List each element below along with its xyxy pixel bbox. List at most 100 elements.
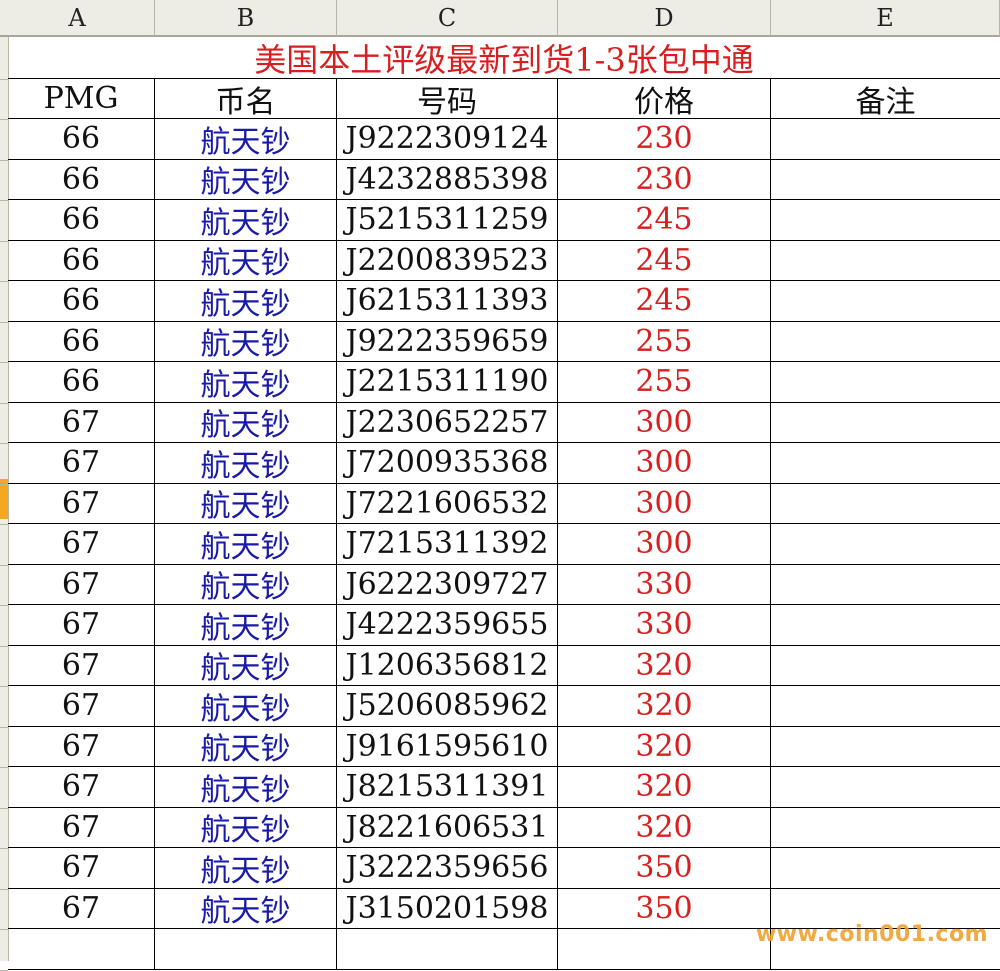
name-cell[interactable]: 航天钞: [155, 564, 337, 605]
pmg-cell[interactable]: 67: [8, 848, 155, 889]
number-cell[interactable]: J5206085962: [337, 686, 558, 727]
remarks-cell[interactable]: [771, 443, 1000, 484]
name-cell[interactable]: 航天钞: [155, 159, 337, 200]
number-cell[interactable]: J3150201598: [337, 888, 558, 929]
pmg-cell[interactable]: 67: [8, 888, 155, 929]
pmg-cell[interactable]: 67: [8, 443, 155, 484]
name-cell[interactable]: [155, 929, 337, 970]
remarks-cell[interactable]: [771, 727, 1000, 767]
pmg-cell[interactable]: 66: [8, 200, 155, 241]
name-cell[interactable]: 航天钞: [155, 281, 337, 322]
name-cell[interactable]: 航天钞: [155, 726, 337, 767]
pmg-cell[interactable]: 67: [8, 524, 155, 565]
number-cell[interactable]: J6222309727: [337, 564, 558, 605]
name-cell[interactable]: 航天钞: [155, 402, 337, 443]
pmg-cell[interactable]: 67: [8, 807, 155, 848]
remarks-cell[interactable]: [771, 484, 1000, 524]
price-cell[interactable]: 245: [558, 281, 771, 322]
pmg-cell[interactable]: 67: [8, 402, 155, 443]
price-cell[interactable]: 300: [558, 402, 771, 443]
price-cell[interactable]: 300: [558, 443, 771, 484]
sheet-title-cell[interactable]: 美国本土评级最新到货1-3张包中通: [8, 37, 1000, 79]
header-remarks[interactable]: 备注: [771, 79, 1000, 120]
price-cell[interactable]: 300: [558, 483, 771, 524]
name-cell[interactable]: 航天钞: [155, 767, 337, 808]
pmg-cell[interactable]: 66: [8, 240, 155, 281]
number-cell[interactable]: J6215311393: [337, 281, 558, 322]
column-header-a[interactable]: A: [0, 0, 155, 37]
remarks-cell[interactable]: [771, 646, 1000, 686]
pmg-cell[interactable]: 66: [8, 119, 155, 160]
name-cell[interactable]: 航天钞: [155, 645, 337, 686]
price-cell[interactable]: 330: [558, 564, 771, 605]
remarks-cell[interactable]: [771, 119, 1000, 160]
header-number[interactable]: 号码: [337, 79, 558, 120]
number-cell[interactable]: [337, 929, 558, 970]
remarks-cell[interactable]: [771, 403, 1000, 443]
pmg-cell[interactable]: 67: [8, 564, 155, 605]
number-cell[interactable]: J2215311190: [337, 362, 558, 403]
price-cell[interactable]: 245: [558, 200, 771, 241]
remarks-cell[interactable]: [771, 281, 1000, 322]
name-cell[interactable]: 航天钞: [155, 686, 337, 727]
price-cell[interactable]: 320: [558, 726, 771, 767]
name-cell[interactable]: 航天钞: [155, 605, 337, 646]
name-cell[interactable]: 航天钞: [155, 321, 337, 362]
remarks-cell[interactable]: [771, 241, 1000, 281]
remarks-cell[interactable]: [771, 848, 1000, 889]
number-cell[interactable]: J9222309124: [337, 119, 558, 160]
number-cell[interactable]: J7200935368: [337, 443, 558, 484]
remarks-cell[interactable]: [771, 686, 1000, 727]
column-header-d[interactable]: D: [558, 0, 771, 37]
price-cell[interactable]: 330: [558, 605, 771, 646]
remarks-cell[interactable]: [771, 565, 1000, 605]
number-cell[interactable]: J7215311392: [337, 524, 558, 565]
name-cell[interactable]: 航天钞: [155, 443, 337, 484]
price-cell[interactable]: 350: [558, 848, 771, 889]
price-cell[interactable]: [558, 929, 771, 970]
price-cell[interactable]: 245: [558, 240, 771, 281]
number-cell[interactable]: J9161595610: [337, 726, 558, 767]
name-cell[interactable]: 航天钞: [155, 888, 337, 929]
price-cell[interactable]: 320: [558, 807, 771, 848]
price-cell[interactable]: 300: [558, 524, 771, 565]
name-cell[interactable]: 航天钞: [155, 483, 337, 524]
remarks-cell[interactable]: [771, 767, 1000, 808]
remarks-cell[interactable]: [771, 200, 1000, 241]
number-cell[interactable]: J8221606531: [337, 807, 558, 848]
price-cell[interactable]: 230: [558, 119, 771, 160]
price-cell[interactable]: 350: [558, 888, 771, 929]
name-cell[interactable]: 航天钞: [155, 200, 337, 241]
number-cell[interactable]: J4222359655: [337, 605, 558, 646]
column-header-e[interactable]: E: [771, 0, 1000, 37]
pmg-cell[interactable]: 67: [8, 686, 155, 727]
price-cell[interactable]: 320: [558, 767, 771, 808]
number-cell[interactable]: J3222359656: [337, 848, 558, 889]
name-cell[interactable]: 航天钞: [155, 807, 337, 848]
pmg-cell[interactable]: [8, 929, 155, 970]
column-header-b[interactable]: B: [155, 0, 337, 37]
pmg-cell[interactable]: 67: [8, 726, 155, 767]
name-cell[interactable]: 航天钞: [155, 240, 337, 281]
number-cell[interactable]: J9222359659: [337, 321, 558, 362]
price-cell[interactable]: 255: [558, 321, 771, 362]
pmg-cell[interactable]: 67: [8, 767, 155, 808]
price-cell[interactable]: 255: [558, 362, 771, 403]
remarks-cell[interactable]: [771, 605, 1000, 646]
pmg-cell[interactable]: 66: [8, 159, 155, 200]
pmg-cell[interactable]: 67: [8, 605, 155, 646]
name-cell[interactable]: 航天钞: [155, 119, 337, 160]
number-cell[interactable]: J7221606532: [337, 483, 558, 524]
pmg-cell[interactable]: 67: [8, 483, 155, 524]
header-price[interactable]: 价格: [558, 79, 771, 120]
number-cell[interactable]: J2230652257: [337, 402, 558, 443]
remarks-cell[interactable]: [771, 322, 1000, 362]
remarks-cell[interactable]: [771, 524, 1000, 565]
number-cell[interactable]: J2200839523: [337, 240, 558, 281]
price-cell[interactable]: 320: [558, 686, 771, 727]
price-cell[interactable]: 320: [558, 645, 771, 686]
pmg-cell[interactable]: 66: [8, 281, 155, 322]
pmg-cell[interactable]: 66: [8, 362, 155, 403]
header-pmg[interactable]: PMG: [8, 79, 155, 119]
number-cell[interactable]: J1206356812: [337, 645, 558, 686]
